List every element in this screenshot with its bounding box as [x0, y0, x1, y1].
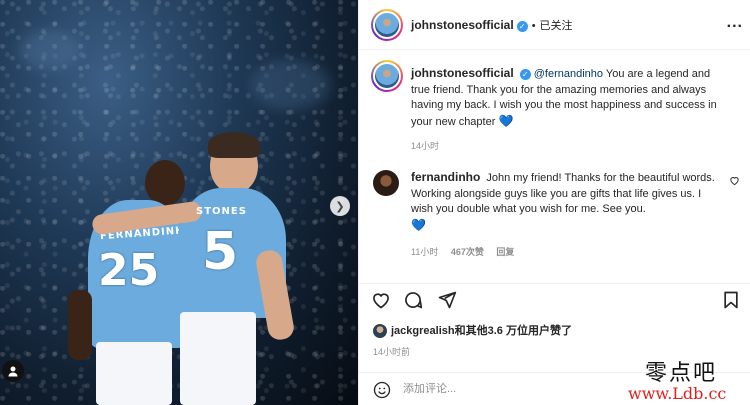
comment-input[interactable]: [403, 379, 653, 399]
reply-username[interactable]: fernandinho: [411, 170, 480, 184]
reply-comment: fernandinho John my friend! Thanks for t…: [411, 170, 723, 234]
heart-outline-icon: [730, 177, 739, 186]
caption-avatar[interactable]: [371, 60, 403, 92]
follow-status-button[interactable]: 已关注: [540, 20, 573, 32]
caption: johnstonesofficial ✓ @fernandinho You are…: [411, 66, 731, 130]
liker-avatar: [373, 324, 387, 339]
player-hair-right: [208, 132, 260, 158]
player-shorts-left: [96, 342, 172, 405]
reply-likes[interactable]: 467次赞: [451, 247, 484, 257]
user-icon: [8, 366, 18, 377]
verified-icon: ✓: [519, 68, 531, 80]
player-arm-left: [68, 290, 92, 360]
reply-button[interactable]: 回复: [496, 247, 514, 257]
watermark-title: 零点吧: [645, 361, 718, 386]
crowd-blur: [250, 60, 330, 110]
verified-icon: ✓: [516, 20, 528, 32]
tagged-users-button[interactable]: [2, 360, 24, 382]
bookmark-icon[interactable]: [721, 290, 741, 310]
player-head-left: [145, 160, 185, 206]
like-comment-button[interactable]: [729, 175, 740, 189]
chevron-right-icon: ❯: [335, 200, 345, 213]
header-info: johnstonesofficial ✓ • 已关注: [411, 17, 573, 33]
caption-username[interactable]: johnstonesofficial: [411, 66, 514, 80]
comment-icon[interactable]: [403, 290, 423, 310]
blue-heart-emoji: 💙: [411, 217, 426, 232]
post-photo[interactable]: FERNANDINHO 25 STONES 5 ❯: [0, 0, 358, 405]
action-bar: [359, 283, 750, 315]
mention-link[interactable]: @fernandinho: [534, 68, 603, 80]
more-options-icon[interactable]: ...: [727, 14, 743, 32]
reply-avatar[interactable]: [373, 170, 399, 196]
caption-time: 14小时: [411, 141, 440, 151]
header-separator: •: [531, 20, 536, 32]
likes-summary[interactable]: jackgrealish和其他3.6 万位用户赞了: [373, 322, 572, 339]
player-shorts-right: [180, 312, 256, 405]
next-image-button[interactable]: ❯: [330, 196, 350, 216]
blue-heart-emoji: 💙: [498, 113, 514, 128]
reply-time: 11小时: [411, 247, 439, 257]
post-timestamp: 14小时前: [373, 347, 411, 357]
emoji-icon[interactable]: [373, 381, 391, 399]
post-header: johnstonesofficial ✓ • 已关注 ...: [359, 0, 750, 50]
watermark-url: www.Ldb.cc: [628, 384, 727, 403]
jersey-number-left: 25: [98, 245, 160, 296]
share-icon[interactable]: [437, 290, 457, 310]
jersey-name-right: STONES: [196, 206, 247, 217]
author-username[interactable]: johnstonesofficial: [411, 18, 514, 32]
reply-meta: 11小时 467次赞 回复: [411, 245, 514, 258]
jersey-number-right: 5: [202, 222, 239, 282]
author-avatar[interactable]: [371, 9, 403, 41]
crowd-blur: [20, 30, 80, 70]
heart-icon[interactable]: [371, 290, 391, 310]
likes-text: jackgrealish和其他3.6 万位用户赞了: [391, 325, 572, 337]
post-panel: johnstonesofficial ✓ • 已关注 ... johnstonesof…: [358, 0, 750, 405]
